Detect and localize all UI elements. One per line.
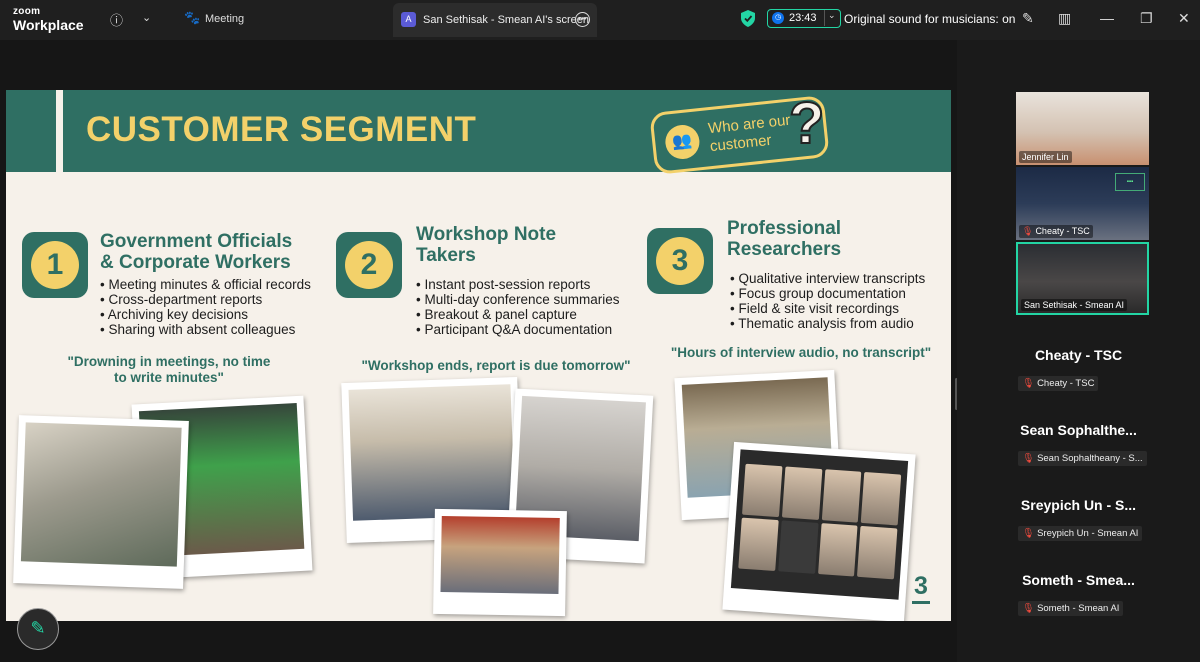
slide-page-number: 3 [912,574,930,604]
original-sound-status[interactable]: Original sound for musicians: on [844,12,1015,26]
participant-label: 🎙 Sreypich Un - Smean AI [1018,526,1143,541]
question-mark-icon: ? [788,90,825,157]
participant-label: 🎙 Cheaty - TSC [1018,376,1099,391]
list-item: Meeting minutes & official records [100,277,310,293]
timer-value: 23:43 [789,12,817,24]
segment-1-badge: 1 [22,232,88,298]
magic-wand-icon[interactable]: ✎ [1022,10,1034,27]
more-options-icon[interactable]: ••• [575,12,590,27]
list-item: Focus group documentation [730,286,925,302]
segment-3-title: Professional Researchers [727,218,842,260]
background-screen: ▪▪▪ [1115,173,1145,191]
annotate-pencil-button[interactable]: ✎ [17,608,59,650]
muted-mic-icon: 🎙 [1022,453,1035,464]
list-item: Participant Q&A documentation [416,322,620,338]
restore-icon[interactable]: ❐ [1140,10,1153,27]
list-item: Thematic analysis from audio [730,316,925,332]
segment-2-list: Instant post-session reports Multi-day c… [416,277,620,338]
clock-icon: ◷ [772,12,784,24]
presentation-slide: CUSTOMER SEGMENT 👥 Who are our customer … [6,90,951,621]
participant-label: 🎙 Sean Sophaltheany - S... [1018,451,1147,466]
video-tile-jennifer[interactable]: Jennifer Lin [1016,92,1149,165]
shared-screen-area: CUSTOMER SEGMENT 👥 Who are our customer … [0,40,958,662]
muted-mic-icon: 🎙 [1022,528,1035,539]
photo-group-discussion [433,508,567,617]
list-item: Cross-department reports [100,292,311,308]
muted-mic-icon: 🎙 [1022,603,1035,614]
list-item: Sharing with absent colleagues [100,322,311,338]
list-item: Field & site visit recordings [730,301,925,317]
participant-name-large[interactable]: Someth - Smea... [957,572,1200,588]
segment-1-quote: "Drowning in meetings, no time to write … [67,354,271,385]
slide-title: CUSTOMER SEGMENT [86,110,477,149]
video-tile-san-active-speaker[interactable]: San Sethisak - Smean AI [1016,242,1149,315]
view-layout-icon[interactable]: ▥ [1058,10,1071,27]
share-tab-title: San Sethisak - Smean AI's screen [423,14,589,26]
segment-1-title: Government Officials & Corporate Workers [100,231,293,273]
minimize-icon[interactable]: — [1100,10,1114,26]
brand-line2: Workplace [13,17,84,33]
close-icon[interactable]: ✕ [1178,10,1190,27]
info-icon[interactable]: ⓘ [110,10,123,29]
tile-name: San Sethisak - Smean AI [1021,299,1128,311]
people-icon: 👥 [663,123,702,161]
photo-meeting-room [13,415,189,589]
segment-2-title: Workshop Note Takers [416,224,557,266]
segment-2-quote: "Workshop ends, report is due tomorrow" [361,358,631,373]
segment-1-list: Meeting minutes & official records Cross… [100,277,311,338]
list-item: Qualitative interview transcripts [730,271,925,287]
meeting-tab-label[interactable]: Meeting [205,13,244,25]
segment-3-quote: "Hours of interview audio, no transcript… [670,345,932,360]
photo-video-call [722,441,916,621]
list-item: Multi-day conference summaries [416,292,619,308]
participant-name-large[interactable]: Sreypich Un - S... [957,497,1200,513]
participant-name-large[interactable]: Sean Sophalthe... [957,422,1200,438]
participant-name-large[interactable]: Cheaty - TSC [957,347,1200,363]
meeting-timer[interactable]: ◷ 23:43 ⌄ [767,9,841,28]
share-app-icon: A [401,12,416,27]
screen-share-tab[interactable]: A San Sethisak - Smean AI's screen ••• [393,3,597,37]
muted-mic-icon: 🎙 [1022,378,1035,389]
segment-2-badge: 2 [336,232,402,298]
timer-chevron-icon[interactable]: ⌄ [828,10,836,21]
participant-panel: Jennifer Lin ▪▪▪ 🎙 Cheaty - TSC San Sethi… [957,40,1200,662]
meeting-paw-icon: 🐾 [184,10,201,25]
list-item: Archiving key decisions [100,307,311,323]
segment-3-list: Qualitative interview transcripts Focus … [730,271,925,332]
video-tile-cheaty[interactable]: ▪▪▪ 🎙 Cheaty - TSC [1016,167,1149,240]
tile-name: Cheaty - TSC [1035,226,1090,236]
tile-name: Jennifer Lin [1019,151,1072,163]
chevron-down-icon[interactable]: ⌄ [142,11,151,24]
brand-line1: zoom [13,6,41,17]
encryption-shield-icon[interactable] [741,10,755,27]
list-item: Instant post-session reports [416,277,620,293]
muted-mic-icon: 🎙 [1022,226,1034,236]
participant-label: 🎙 Someth - Smean AI [1018,601,1124,616]
badge-text: Who are our customer [707,111,792,156]
list-item: Breakout & panel capture [416,307,620,323]
segment-3-badge: 3 [647,228,713,294]
zoom-workplace-logo: zoom Workplace [13,6,84,33]
title-bar: zoom Workplace ⓘ ⌄ 🐾 Meeting A San Sethi… [0,0,1200,40]
